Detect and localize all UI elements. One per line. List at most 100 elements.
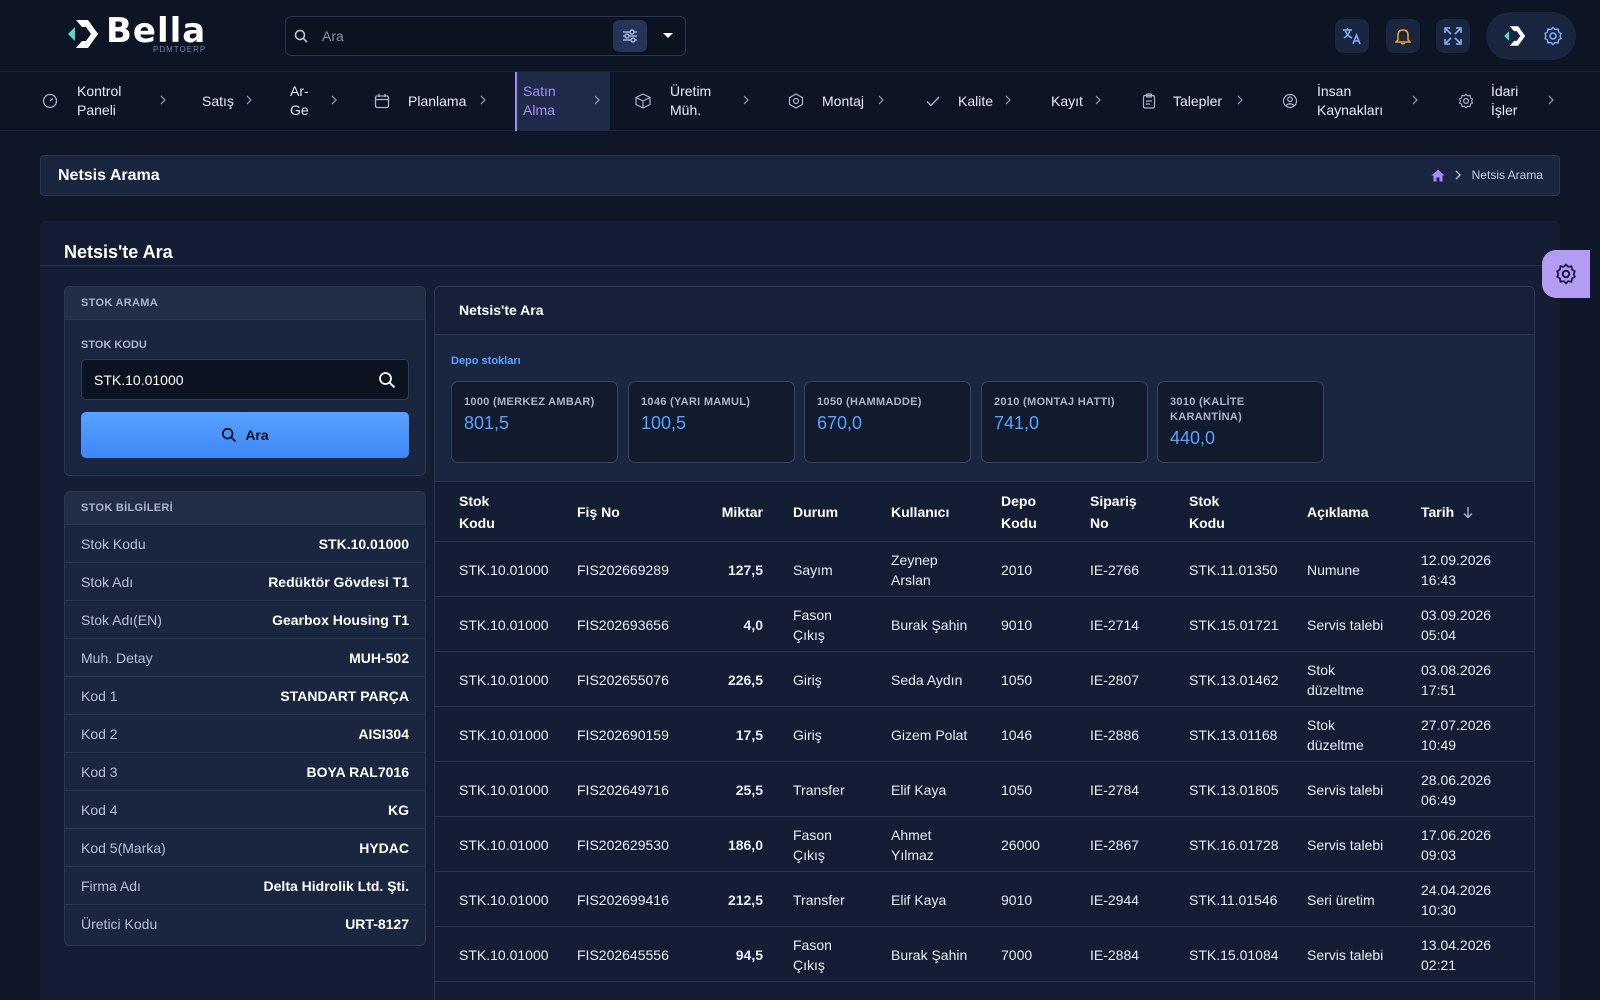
nav-label: Ge <box>290 102 309 118</box>
nav-item-planlama[interactable]: Planlama <box>345 72 515 131</box>
clipboard-icon <box>1142 93 1156 109</box>
column-header-label: Miktar <box>721 504 763 520</box>
depo-stock-card: 1000 (MERKEZ AMBAR) 801,5 <box>451 381 618 463</box>
card-header: STOK BİLGİLERİ <box>65 492 425 525</box>
search-icon[interactable] <box>378 371 396 389</box>
main-nav: Kontrol Paneli Satış Ar- Ge Planlama Satın… <box>0 72 1600 131</box>
cell-text: 16:43 <box>1421 571 1457 588</box>
cell-text: 94,5 <box>735 946 763 963</box>
table-row[interactable]: STK.10.01000 FIS202690159 17,5 Giriş Gizem P… <box>435 707 1534 762</box>
user-menu[interactable] <box>1486 12 1576 60</box>
column-header[interactable]: Fiş No <box>577 482 697 542</box>
nav-item-kayit[interactable]: Kayıt <box>1020 72 1105 131</box>
settings-fab[interactable] <box>1542 250 1590 298</box>
nav-label: Paneli <box>77 102 116 118</box>
stock-info-key: Kod 4 <box>81 801 118 818</box>
cell-date: 09.04.2026 <box>1421 982 1531 1000</box>
stock-info-row: Kod 5(Marka) HYDAC <box>65 829 425 867</box>
nav-label: Satın <box>523 83 556 99</box>
home-icon[interactable] <box>1431 169 1445 182</box>
cell-text: Servis talebi <box>1307 836 1384 853</box>
cell-order-no: IE-2884 <box>1090 927 1185 982</box>
cell-stock-code: STK.10.01000 <box>459 927 569 982</box>
stock-info-row: Kod 3 BOYA RAL7016 <box>65 753 425 791</box>
chevron-right-icon <box>331 95 337 105</box>
cell-quantity: 226,5 <box>705 652 763 707</box>
stock-code-input[interactable] <box>94 371 378 388</box>
notifications-button[interactable] <box>1386 19 1420 53</box>
cell-order-no: IE-2867 <box>1090 817 1185 872</box>
column-header[interactable]: Miktar <box>705 482 763 542</box>
nav-item-montaj[interactable]: Montaj <box>760 72 895 131</box>
cell-quantity: 127,5 <box>705 542 763 597</box>
nav-item-insan-kaynaklari[interactable]: İnsan Kaynakları <box>1245 72 1420 131</box>
column-header[interactable]: Açıklama <box>1307 482 1417 542</box>
depo-quantity: 801,5 <box>464 413 510 433</box>
stock-info-value: HYDAC <box>359 839 409 856</box>
cell-stock-code-2: STK.15.01721 <box>1189 597 1304 652</box>
cell-text: 12.09.2026 <box>1421 551 1492 568</box>
cell-text: Sayım <box>793 561 833 578</box>
chevron-right-icon <box>878 95 884 105</box>
cell-quantity: 4,0 <box>705 597 763 652</box>
nav-label: Müh. <box>670 102 702 118</box>
cell-text: 10:30 <box>1421 901 1457 918</box>
table-row[interactable]: STK.10.01000 FIS202649716 25,5 Transfer Elif… <box>435 762 1534 817</box>
cell-text: 27.07.2026 <box>1421 716 1492 733</box>
gear-icon <box>1458 93 1474 109</box>
table-body: STK.10.01000 FIS202669289 127,5 Sayım Zeynep… <box>435 542 1534 1000</box>
table-row[interactable]: STK.10.01000 FIS202699416 212,5 Transfer Eli… <box>435 872 1534 927</box>
search-button[interactable]: Ara <box>81 412 409 458</box>
column-header[interactable]: Stok Kodu <box>1189 482 1304 542</box>
nav-item-idari-isler[interactable]: İdari İşler <box>1420 72 1600 131</box>
nav-label: İdari <box>1491 83 1519 99</box>
nav-item-kalite[interactable]: Kalite <box>895 72 1020 131</box>
cell-text: 03.09.2026 <box>1421 606 1492 623</box>
table-row[interactable]: STK.10.01000 FIS202655076 226,5 Giriş Seda A… <box>435 652 1534 707</box>
cell-status: Fason Çıkış <box>793 817 883 872</box>
table-row[interactable]: STK.10.01000 FIS202645556 94,5 Fason Çıkış Bu… <box>435 927 1534 982</box>
nav-item-satis[interactable]: Satış <box>175 72 265 131</box>
cell-receipt-no: FIS202649716 <box>577 762 697 817</box>
cell-text: IE-2807 <box>1090 671 1140 688</box>
column-header[interactable]: Stok Kodu <box>459 482 569 542</box>
cell-text: Servis talebi <box>1307 616 1384 633</box>
cell-user: Gizem Polat <box>891 707 996 762</box>
chevron-right-icon <box>1548 95 1554 105</box>
nav-item-kontrol-paneli[interactable]: Kontrol Paneli <box>0 72 175 131</box>
column-header-label: Fiş No <box>577 504 620 520</box>
search-filter-button[interactable] <box>613 20 647 52</box>
depo-label: Depo stokları <box>451 355 521 367</box>
table-row[interactable]: STK.10.01000 FIS202629530 186,0 Fason Çıkış A… <box>435 817 1534 872</box>
stock-info-value: Delta Hidrolik Ltd. Şti. <box>263 877 409 894</box>
cell-text: STK.10.01000 <box>459 946 549 963</box>
nav-item-ar-ge[interactable]: Ar- Ge <box>265 72 345 131</box>
column-header[interactable]: Kullanıcı <box>891 482 996 542</box>
nav-item-satin-alma[interactable]: Satın Alma <box>515 72 610 131</box>
cell-text: 4,0 <box>743 616 763 633</box>
column-header[interactable]: Sipariş No <box>1090 482 1185 542</box>
fullscreen-button[interactable] <box>1436 19 1470 53</box>
translate-button[interactable] <box>1335 19 1369 53</box>
table-row[interactable]: STK.10.01000 FIS202669289 127,5 Sayım Zeynep… <box>435 542 1534 597</box>
nav-item-uretim-muh[interactable]: Üretim Müh. <box>610 72 760 131</box>
column-header[interactable]: Depo Kodu <box>1001 482 1086 542</box>
logo[interactable]: Bella PDMTOERP <box>62 14 206 54</box>
chevron-right-icon <box>1005 95 1011 105</box>
cell-depot-code: 7000 <box>1001 927 1086 982</box>
cell-status: Transfer <box>793 762 883 817</box>
table-row[interactable]: STK.10.01000 FIS202693656 4,0 Fason Çıkış Bur… <box>435 597 1534 652</box>
nav-item-talepler[interactable]: Talepler <box>1105 72 1245 131</box>
table-row[interactable]: Fason Kerem 09.04.2026 <box>435 982 1534 1000</box>
cell-text: düzeltme <box>1307 736 1364 753</box>
column-header[interactable]: Tarih <box>1421 482 1531 542</box>
gauge-icon <box>42 93 58 109</box>
column-header[interactable]: Durum <box>793 482 883 542</box>
search-dropdown-button[interactable] <box>651 20 685 52</box>
sort-arrow-down-icon[interactable] <box>1462 506 1474 519</box>
stock-code-field <box>81 359 409 400</box>
cell-text: 226,5 <box>727 671 763 688</box>
global-search-input[interactable] <box>316 28 613 44</box>
cell-description: Servis talebi <box>1307 597 1417 652</box>
cell-quantity: 186,0 <box>705 817 763 872</box>
